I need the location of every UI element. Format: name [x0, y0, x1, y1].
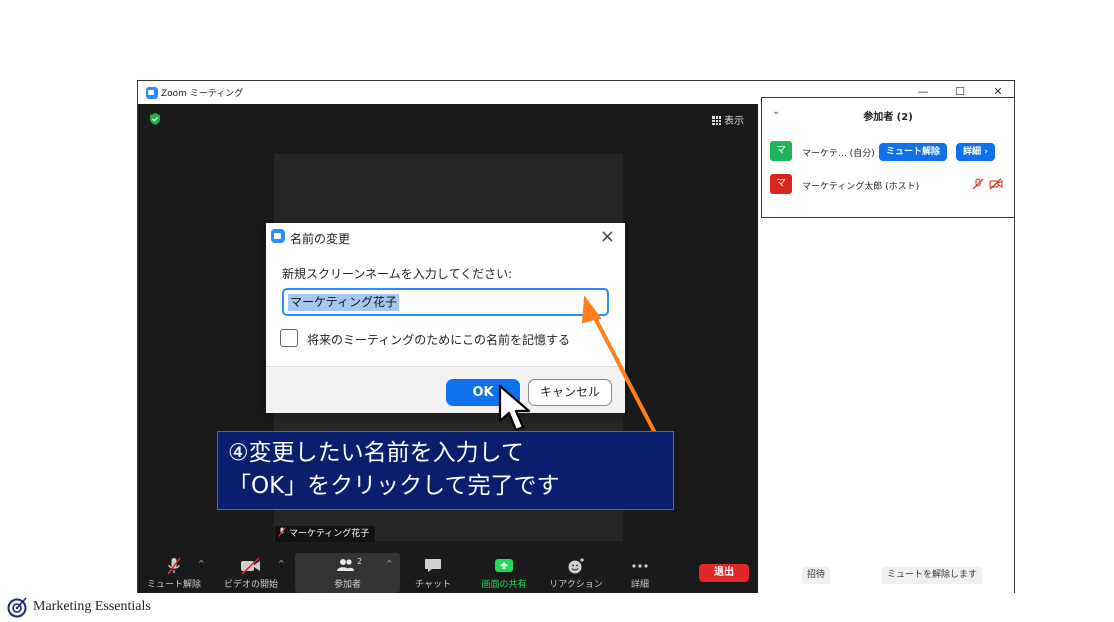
start-video-button[interactable]: ビデオの開始 [218, 553, 284, 593]
share-screen-icon [495, 559, 513, 572]
video-off-icon [241, 557, 260, 575]
reactions-label: リアクション [549, 580, 603, 590]
callout-line-2: 「OK」をクリックして完了です [228, 473, 560, 499]
meeting-toolbar: ミュート解除 ^ ビデオの開始 ^ 2 参加者 ^ チャット 画面の共有 リアク… [138, 553, 758, 593]
screen-name-value: マーケティング花子 [288, 294, 400, 311]
rename-dialog: 名前の変更 × 新規スクリーンネームを入力してください: マーケティング花子 将… [266, 223, 625, 413]
dialog-title: 名前の変更 [290, 232, 351, 246]
leave-button[interactable]: 退出 [699, 564, 749, 582]
participants-count: 2 [357, 557, 362, 566]
window-title: Zoom ミーティング [161, 89, 244, 99]
more-dots-icon [632, 564, 648, 568]
chat-button[interactable]: チャット [410, 553, 456, 593]
dialog-footer: OK キャンセル [266, 366, 625, 413]
participants-panel: ⌄ 参加者 (2) マ マーケテ… (自分) ミュート解除 詳細 › マ マーケ… [758, 97, 1015, 593]
unmute-participant-button[interactable]: ミュート解除 [879, 143, 948, 161]
remember-name-checkbox[interactable] [280, 329, 298, 347]
participant-name: マーケティング太郎 (ホスト) [802, 182, 920, 192]
tile-name-label: マーケティング花子 [289, 529, 370, 539]
remember-name-label: 将来のミーティングのためにこの名前を記憶する [307, 333, 571, 347]
participants-button[interactable]: 2 参加者 ^ [295, 553, 400, 593]
unmute-button[interactable]: ミュート解除 [144, 553, 204, 593]
participants-list-box: ⌄ 参加者 (2) マ マーケテ… (自分) ミュート解除 詳細 › マ マーケ… [761, 97, 1015, 218]
share-screen-button[interactable]: 画面の共有 [474, 553, 534, 593]
muted-mic-icon [278, 527, 286, 537]
unmute-all-button[interactable]: ミュートを解除します [882, 567, 983, 584]
participant-row[interactable]: マ マーケテ… (自分) ミュート解除 詳細 › [762, 137, 1014, 165]
start-video-label: ビデオの開始 [223, 580, 278, 590]
dialog-prompt: 新規スクリーンネームを入力してください: [282, 267, 513, 281]
tile-name-tag: マーケティング花子 [275, 526, 376, 542]
more-label: 詳細 [630, 580, 649, 590]
audio-options-caret-icon[interactable]: ^ [198, 559, 205, 568]
mouse-cursor-icon [498, 384, 531, 432]
share-screen-label: 画面の共有 [481, 580, 527, 590]
participant-more-button[interactable]: 詳細 › [956, 143, 995, 161]
close-icon[interactable]: × [600, 226, 615, 247]
reaction-emoji-icon [568, 558, 584, 574]
chat-icon [425, 559, 441, 572]
reactions-button[interactable]: リアクション [548, 553, 604, 593]
slide: Zoom ミーティング — ☐ ✕ 表示 マーケティング花子 ミュート解除 ^ … [0, 0, 1114, 622]
muted-mic-icon [167, 557, 181, 575]
avatar: マ [770, 174, 792, 194]
callout-line-1: ④変更したい名前を入力して [228, 440, 524, 466]
video-off-icon [989, 178, 1003, 190]
participants-options-caret-icon[interactable]: ^ [386, 559, 393, 568]
video-options-caret-icon[interactable]: ^ [278, 559, 285, 568]
unmute-label: ミュート解除 [146, 580, 201, 590]
instruction-callout: ④変更したい名前を入力して 「OK」をクリックして完了です [217, 431, 674, 510]
security-shield-icon[interactable] [148, 112, 162, 126]
brand-logo-icon [7, 597, 27, 618]
more-button[interactable]: 詳細 [622, 553, 658, 593]
view-label: 表示 [724, 116, 744, 127]
brand-name: Marketing Essentials [33, 599, 151, 614]
avatar: マ [770, 141, 792, 161]
cancel-button[interactable]: キャンセル [528, 379, 612, 406]
screen-name-input[interactable]: マーケティング花子 [282, 288, 609, 316]
participants-icon: 2 [336, 557, 362, 571]
zoom-app-icon [271, 229, 285, 243]
muted-mic-icon [972, 178, 984, 190]
participants-label: 参加者 [333, 580, 361, 590]
chat-label: チャット [415, 580, 451, 590]
invite-button[interactable]: 招待 [802, 567, 831, 584]
zoom-app-icon [146, 87, 158, 99]
participants-header: 参加者 (2) [863, 112, 913, 123]
participant-row[interactable]: マ マーケティング太郎 (ホスト) [762, 170, 1014, 198]
view-button[interactable]: 表示 [712, 112, 744, 127]
participant-name: マーケテ… (自分) [802, 149, 875, 159]
grid-view-icon [712, 116, 721, 125]
